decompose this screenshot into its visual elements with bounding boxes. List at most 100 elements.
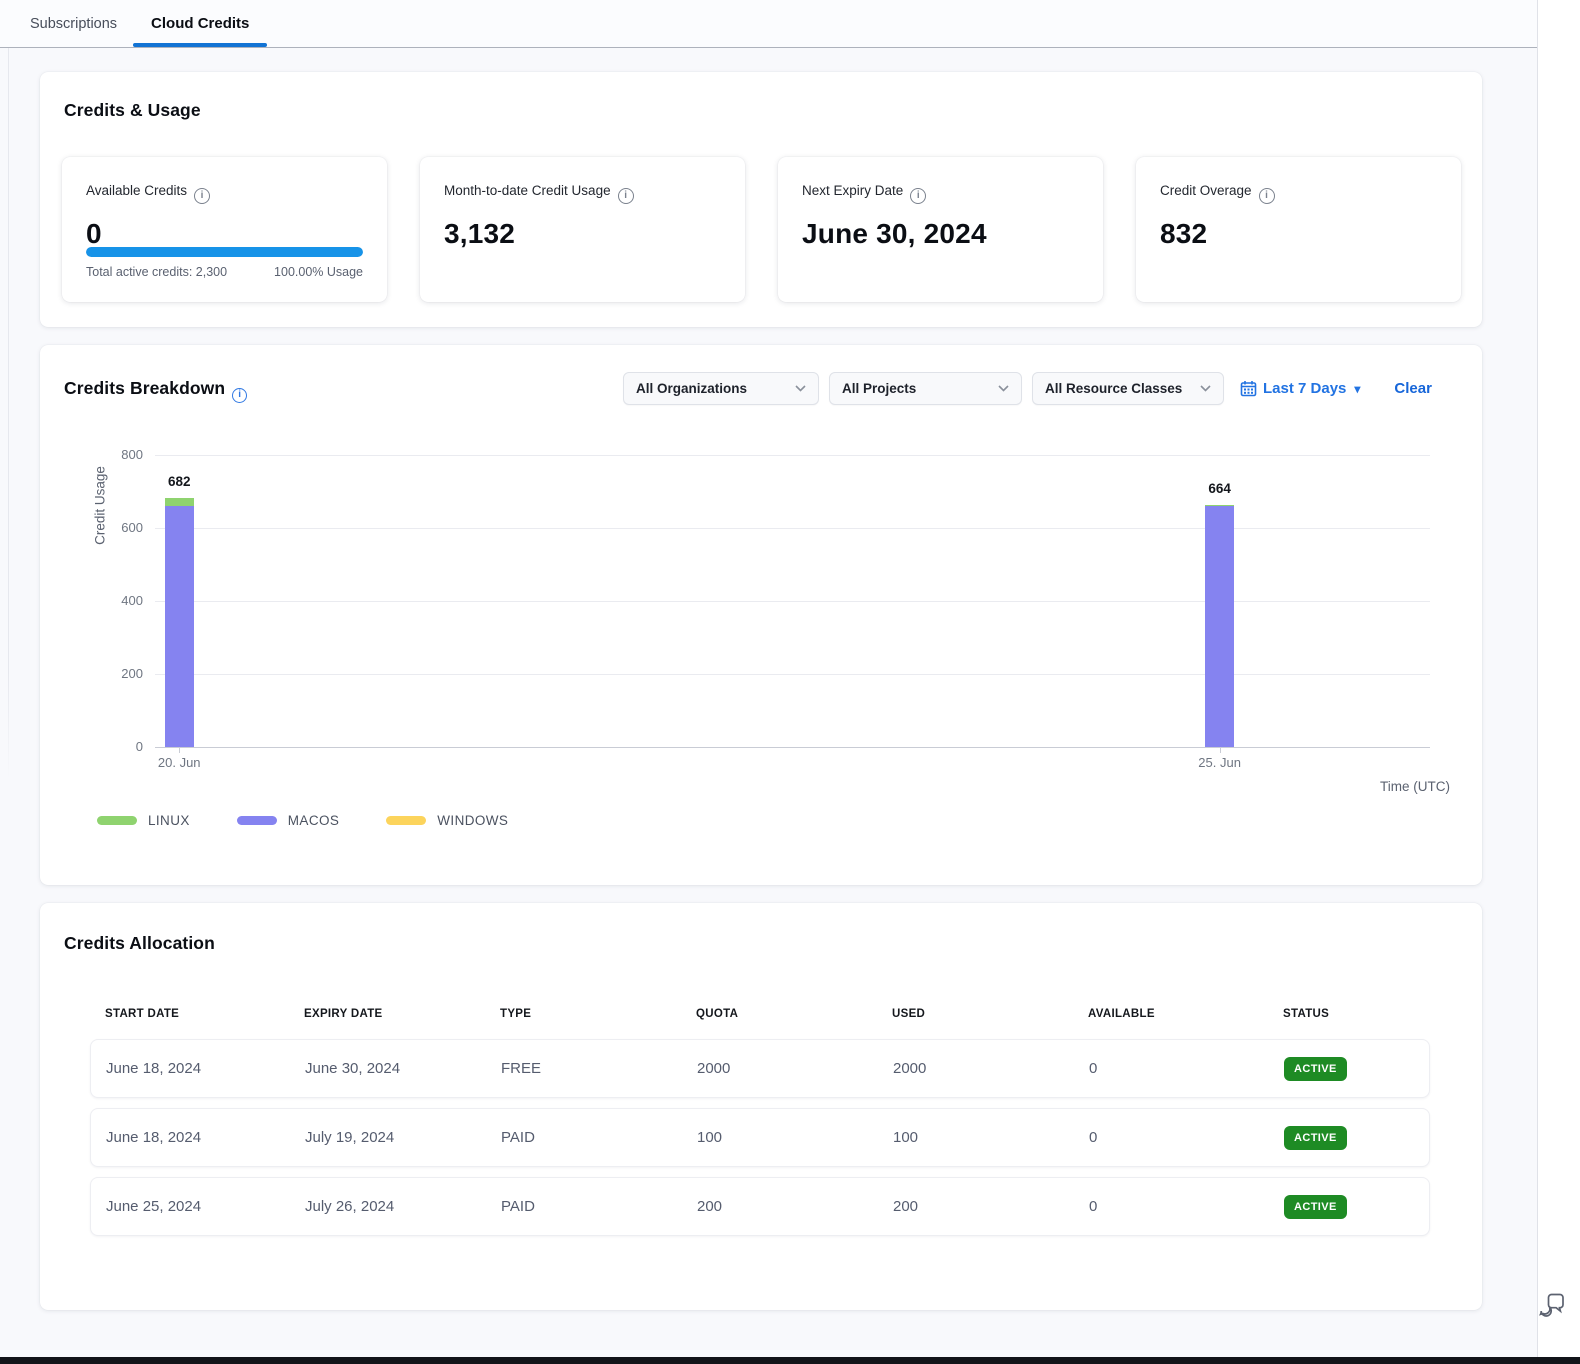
- x-tick-mark: [1220, 747, 1221, 753]
- resource-classes-dropdown-value: All Resource Classes: [1045, 381, 1182, 396]
- scrollbar-gutter[interactable]: [1537, 0, 1580, 1364]
- credits-breakdown-card: Credits Breakdowni All Organizations All…: [40, 345, 1482, 885]
- available-credits-label: Available Creditsi: [86, 183, 363, 204]
- mtd-usage-card: Month-to-date Credit Usagei 3,132: [420, 157, 745, 302]
- legend-item-windows[interactable]: WINDOWS: [386, 813, 508, 828]
- date-range-picker[interactable]: Last 7 Days ▾: [1240, 380, 1360, 397]
- next-expiry-value: June 30, 2024: [802, 218, 1079, 250]
- mtd-usage-label: Month-to-date Credit Usagei: [444, 183, 721, 204]
- col-expiry-date: EXPIRY DATE: [304, 1008, 500, 1020]
- cell-type: PAID: [501, 1198, 697, 1215]
- credits-progress-fill: [86, 247, 363, 257]
- gridline: [155, 455, 1430, 456]
- available-credits-value: 0: [86, 218, 363, 250]
- info-icon[interactable]: i: [232, 388, 247, 403]
- cell-type: FREE: [501, 1060, 697, 1077]
- cell-start-date: June 18, 2024: [106, 1060, 305, 1077]
- info-icon[interactable]: i: [1259, 188, 1275, 204]
- legend-label: WINDOWS: [437, 813, 508, 828]
- projects-dropdown[interactable]: All Projects: [829, 372, 1022, 405]
- chart-y-axis-label: Credit Usage: [93, 456, 108, 556]
- status-badge: ACTIVE: [1284, 1195, 1347, 1219]
- gridline: [155, 601, 1430, 602]
- status-badge: ACTIVE: [1284, 1126, 1347, 1150]
- y-tick-label: 600: [95, 520, 143, 535]
- tab-subscriptions[interactable]: Subscriptions: [22, 0, 125, 48]
- y-tick-label: 200: [95, 666, 143, 681]
- gridline: [155, 528, 1430, 529]
- legend-swatch: [97, 816, 137, 825]
- organizations-dropdown[interactable]: All Organizations: [623, 372, 819, 405]
- credits-usage-card: Credits & Usage Available Creditsi 0 Tot…: [40, 72, 1482, 327]
- available-credits-card: Available Creditsi 0 Total active credit…: [62, 157, 387, 302]
- bar-segment-macos: [165, 506, 194, 747]
- total-active-credits: Total active credits: 2,300: [86, 265, 227, 279]
- cell-type: PAID: [501, 1129, 697, 1146]
- credit-overage-label: Credit Overagei: [1160, 183, 1437, 204]
- col-quota: QUOTA: [696, 1008, 892, 1020]
- bar-segment-macos: [1205, 506, 1234, 747]
- x-tick-label: 25. Jun: [1185, 755, 1255, 770]
- bar-value-label: 664: [1190, 481, 1250, 496]
- x-tick-label: 20. Jun: [144, 755, 214, 770]
- cell-quota: 2000: [697, 1060, 893, 1077]
- bar-value-label: 682: [149, 474, 209, 489]
- date-range-value: Last 7 Days: [1263, 380, 1346, 397]
- active-tab-indicator: [133, 43, 267, 47]
- credit-usage-chart: Credit Usage Time (UTC) LINUX MACOS WINDOW…: [40, 345, 1482, 885]
- table-row[interactable]: June 25, 2024 July 26, 2024 PAID 200 200…: [90, 1177, 1430, 1236]
- col-available: AVAILABLE: [1088, 1008, 1283, 1020]
- cell-used: 2000: [893, 1060, 1089, 1077]
- table-row[interactable]: June 18, 2024 June 30, 2024 FREE 2000 20…: [90, 1039, 1430, 1098]
- usage-percent: 100.00% Usage: [274, 265, 363, 279]
- tab-bar: Subscriptions Cloud Credits: [0, 0, 1537, 48]
- cell-quota: 100: [697, 1129, 893, 1146]
- credits-breakdown-title: Credits Breakdowni: [64, 378, 247, 403]
- calendar-icon: [1240, 380, 1257, 397]
- credits-usage-title: Credits & Usage: [64, 100, 201, 121]
- bottom-bar: [0, 1357, 1580, 1364]
- projects-dropdown-value: All Projects: [842, 381, 916, 396]
- col-status: STATUS: [1283, 1008, 1430, 1020]
- credits-allocation-title: Credits Allocation: [64, 933, 215, 954]
- cell-used: 200: [893, 1198, 1089, 1215]
- chart-x-axis-label: Time (UTC): [1380, 779, 1450, 794]
- chevron-down-icon: [998, 385, 1009, 392]
- chevron-down-icon: [795, 385, 806, 392]
- y-tick-label: 400: [95, 593, 143, 608]
- legend-item-linux[interactable]: LINUX: [97, 813, 190, 828]
- cell-quota: 200: [697, 1198, 893, 1215]
- cell-available: 0: [1089, 1198, 1284, 1215]
- chevron-down-icon: [1200, 385, 1211, 392]
- allocation-table-header: START DATE EXPIRY DATE TYPE QUOTA USED A…: [90, 1008, 1430, 1020]
- credit-overage-value: 832: [1160, 218, 1437, 250]
- legend-item-macos[interactable]: MACOS: [237, 813, 340, 828]
- bar-segment-linux: [1205, 505, 1234, 506]
- credits-allocation-card: Credits Allocation START DATE EXPIRY DAT…: [40, 903, 1482, 1310]
- legend-label: MACOS: [288, 813, 340, 828]
- y-tick-label: 800: [95, 447, 143, 462]
- content-left-border: [8, 48, 9, 780]
- info-icon[interactable]: i: [910, 188, 926, 204]
- col-used: USED: [892, 1008, 1088, 1020]
- tab-subscriptions-label: Subscriptions: [30, 16, 117, 32]
- cell-expiry-date: July 26, 2024: [305, 1198, 501, 1215]
- resource-classes-dropdown[interactable]: All Resource Classes: [1032, 372, 1224, 405]
- y-tick-label: 0: [95, 739, 143, 754]
- info-icon[interactable]: i: [194, 188, 210, 204]
- cell-start-date: June 18, 2024: [106, 1129, 305, 1146]
- info-icon[interactable]: i: [618, 188, 634, 204]
- cell-start-date: June 25, 2024: [106, 1198, 305, 1215]
- x-tick-mark: [179, 747, 180, 753]
- cell-used: 100: [893, 1129, 1089, 1146]
- breakdown-filters: All Organizations All Projects All Resou…: [623, 372, 1432, 405]
- support-chat-icon[interactable]: [1538, 1293, 1566, 1324]
- legend-swatch: [386, 816, 426, 825]
- table-row[interactable]: June 18, 2024 July 19, 2024 PAID 100 100…: [90, 1108, 1430, 1167]
- cell-available: 0: [1089, 1060, 1284, 1077]
- tab-cloud-credits[interactable]: Cloud Credits: [141, 0, 259, 48]
- available-credits-footer: Total active credits: 2,300 100.00% Usag…: [86, 265, 363, 279]
- allocation-table: START DATE EXPIRY DATE TYPE QUOTA USED A…: [90, 1008, 1430, 1246]
- clear-filters-button[interactable]: Clear: [1394, 380, 1432, 397]
- organizations-dropdown-value: All Organizations: [636, 381, 747, 396]
